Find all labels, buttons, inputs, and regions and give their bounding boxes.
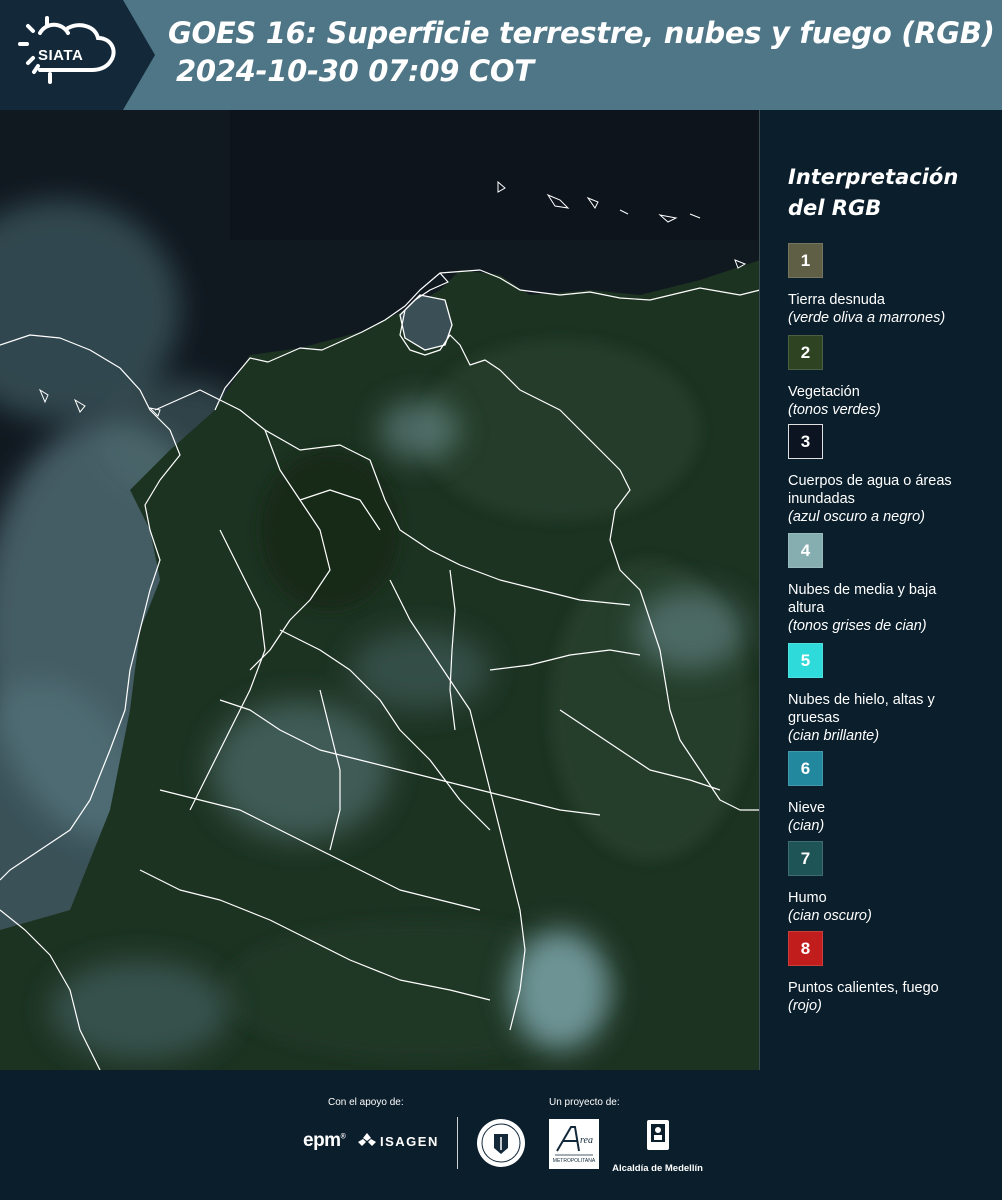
- legend-item-low-clouds: 4 Nubes de media y baja altura (tonos gri…: [788, 533, 998, 635]
- legend-swatch: 8: [788, 931, 823, 966]
- legend-sublabel: (cian brillante): [788, 728, 880, 744]
- legend-swatch: 5: [788, 643, 823, 678]
- coat-of-arms-icon: [646, 1120, 669, 1150]
- legend-label: Cuerpos de agua o áreas inundadas: [788, 473, 952, 507]
- footer-divider: [457, 1117, 458, 1169]
- alcaldia-logo-text: Alcaldía de Medellín: [612, 1163, 703, 1174]
- epm-logo-text: epm: [303, 1130, 341, 1151]
- legend-item-ice-clouds: 5 Nubes de hielo, altas y gruesas (cian b…: [788, 643, 998, 745]
- legend-item-smoke: 7 Humo (cian oscuro): [788, 841, 998, 925]
- svg-text:METROPOLITANA: METROPOLITANA: [553, 1158, 596, 1164]
- epm-logo: epm®: [303, 1130, 346, 1151]
- legend-swatch: 7: [788, 841, 823, 876]
- isagen-icon: [358, 1133, 376, 1146]
- legend-item-fire: 8 Puntos calientes, fuego (rojo): [788, 931, 998, 1015]
- legend-sublabel: (cian): [788, 818, 825, 834]
- title-line-2: 2024-10-30 07:09 COT: [176, 54, 534, 88]
- legend-item-snow: 6 Nieve (cian): [788, 751, 998, 835]
- satellite-map[interactable]: [0, 110, 760, 1070]
- university-seal-logo: [476, 1118, 526, 1173]
- logo-text: SIATA: [38, 47, 83, 64]
- legend-swatch: 1: [788, 243, 823, 278]
- legend-sublabel: (tonos grises de cian): [788, 618, 927, 634]
- legend-title-line-1: Interpretación: [788, 165, 959, 189]
- project-caption: Un proyecto de:: [549, 1097, 620, 1108]
- legend-swatch: 6: [788, 751, 823, 786]
- legend-swatch: 2: [788, 335, 823, 370]
- page-title: GOES 16: Superficie terrestre, nubes y f…: [168, 14, 995, 90]
- legend-item-bare-land: 1 Tierra desnuda (verde oliva a marrones): [788, 243, 998, 327]
- legend-panel: Interpretación del RGB 1 Tierra desnuda (…: [760, 110, 1002, 1070]
- legend-label: Tierra desnuda: [788, 292, 885, 308]
- legend-sublabel: (rojo): [788, 998, 822, 1014]
- legend-sublabel: (azul oscuro a negro): [788, 509, 926, 525]
- area-metropolitana-logo: rea METROPOLITANA: [549, 1119, 599, 1169]
- legend-swatch: 3: [788, 424, 823, 459]
- legend-label: Vegetación: [788, 384, 860, 400]
- legend-label: Nieve: [788, 800, 826, 816]
- alcaldia-medellin-logo: Alcaldía de Medellín: [610, 1118, 705, 1174]
- legend-item-vegetation: 2 Vegetación (tonos verdes): [788, 335, 998, 419]
- legend-item-water: 3 Cuerpos de agua o áreas inundadas (azul…: [788, 424, 998, 526]
- legend-swatch: 4: [788, 533, 823, 568]
- siata-logo: SIATA: [0, 0, 155, 110]
- footer: Con el apoyo de: Un proyecto de: epm® IS…: [0, 1070, 1002, 1200]
- isagen-logo: ISAGEN: [358, 1133, 439, 1149]
- legend-label: Puntos calientes, fuego: [788, 980, 939, 996]
- legend-sublabel: (tonos verdes): [788, 402, 881, 418]
- title-line-1: GOES 16: Superficie terrestre, nubes y f…: [168, 16, 995, 50]
- isagen-logo-text: ISAGEN: [380, 1133, 439, 1149]
- legend-sublabel: (cian oscuro): [788, 908, 872, 924]
- header-bar: SIATA GOES 16: Superficie terrestre, nub…: [0, 0, 1002, 110]
- legend-label: Humo: [788, 890, 827, 906]
- caribbean-sea: [230, 110, 759, 240]
- page: SIATA GOES 16: Superficie terrestre, nub…: [0, 0, 1002, 1200]
- legend-label: Nubes de media y baja altura: [788, 582, 937, 616]
- legend-label: Nubes de hielo, altas y gruesas: [788, 692, 935, 726]
- svg-text:rea: rea: [580, 1135, 593, 1146]
- support-caption: Con el apoyo de:: [328, 1097, 404, 1108]
- legend-title-line-2: del RGB: [788, 196, 882, 220]
- legend-sublabel: (verde oliva a marrones): [788, 310, 946, 326]
- legend-title: Interpretación del RGB: [788, 162, 988, 224]
